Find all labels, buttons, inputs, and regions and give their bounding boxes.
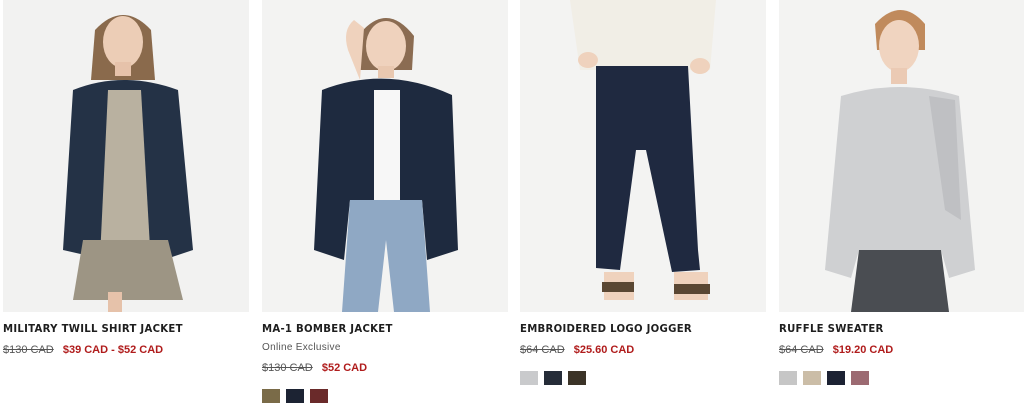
- product-price: $130 CAD $52 CAD: [262, 362, 508, 374]
- product-grid: MILITARY TWILL SHIRT JACKET $130 CAD $39…: [0, 0, 1024, 403]
- product-image[interactable]: [3, 0, 249, 312]
- sale-price: $39 CAD - $52 CAD: [62, 344, 164, 356]
- original-price: $64 CAD: [779, 344, 824, 356]
- color-swatch-olive[interactable]: [262, 389, 280, 403]
- color-swatches: [262, 389, 508, 403]
- product-card[interactable]: EMBROIDERED LOGO JOGGER $64 CAD $25.60 C…: [520, 0, 766, 385]
- original-price: $64 CAD: [520, 344, 565, 356]
- color-swatch-burgundy[interactable]: [310, 389, 328, 403]
- product-card[interactable]: MA-1 BOMBER JACKET Online Exclusive $130…: [262, 0, 508, 403]
- sale-price: $52 CAD: [321, 362, 368, 374]
- product-name[interactable]: MA-1 BOMBER JACKET: [262, 322, 488, 335]
- sale-price: $19.20 CAD: [832, 344, 894, 356]
- color-swatch-light-grey[interactable]: [779, 371, 797, 385]
- product-image[interactable]: [779, 0, 1024, 312]
- product-card[interactable]: RUFFLE SWEATER $64 CAD $19.20 CAD: [779, 0, 1024, 385]
- color-swatch-navy[interactable]: [544, 371, 562, 385]
- color-swatch-olive[interactable]: [568, 371, 586, 385]
- color-swatches: [779, 371, 1024, 385]
- product-name[interactable]: EMBROIDERED LOGO JOGGER: [520, 322, 746, 335]
- product-name[interactable]: RUFFLE SWEATER: [779, 322, 1005, 335]
- original-price: $130 CAD: [262, 362, 313, 374]
- product-card[interactable]: MILITARY TWILL SHIRT JACKET $130 CAD $39…: [3, 0, 249, 356]
- original-price: $130 CAD: [3, 344, 54, 356]
- color-swatches: [520, 371, 766, 385]
- product-price: $130 CAD $39 CAD - $52 CAD: [3, 344, 249, 356]
- sale-price: $25.60 CAD: [573, 344, 635, 356]
- online-exclusive-badge: Online Exclusive: [262, 342, 341, 353]
- color-swatch-mauve[interactable]: [851, 371, 869, 385]
- color-swatch-navy[interactable]: [827, 371, 845, 385]
- product-price: $64 CAD $19.20 CAD: [779, 344, 1024, 356]
- color-swatch-navy[interactable]: [286, 389, 304, 403]
- product-image[interactable]: [262, 0, 508, 312]
- color-swatch-grey[interactable]: [520, 371, 538, 385]
- product-image[interactable]: [520, 0, 766, 312]
- product-name[interactable]: MILITARY TWILL SHIRT JACKET: [3, 322, 229, 335]
- color-swatch-beige[interactable]: [803, 371, 821, 385]
- product-price: $64 CAD $25.60 CAD: [520, 344, 766, 356]
